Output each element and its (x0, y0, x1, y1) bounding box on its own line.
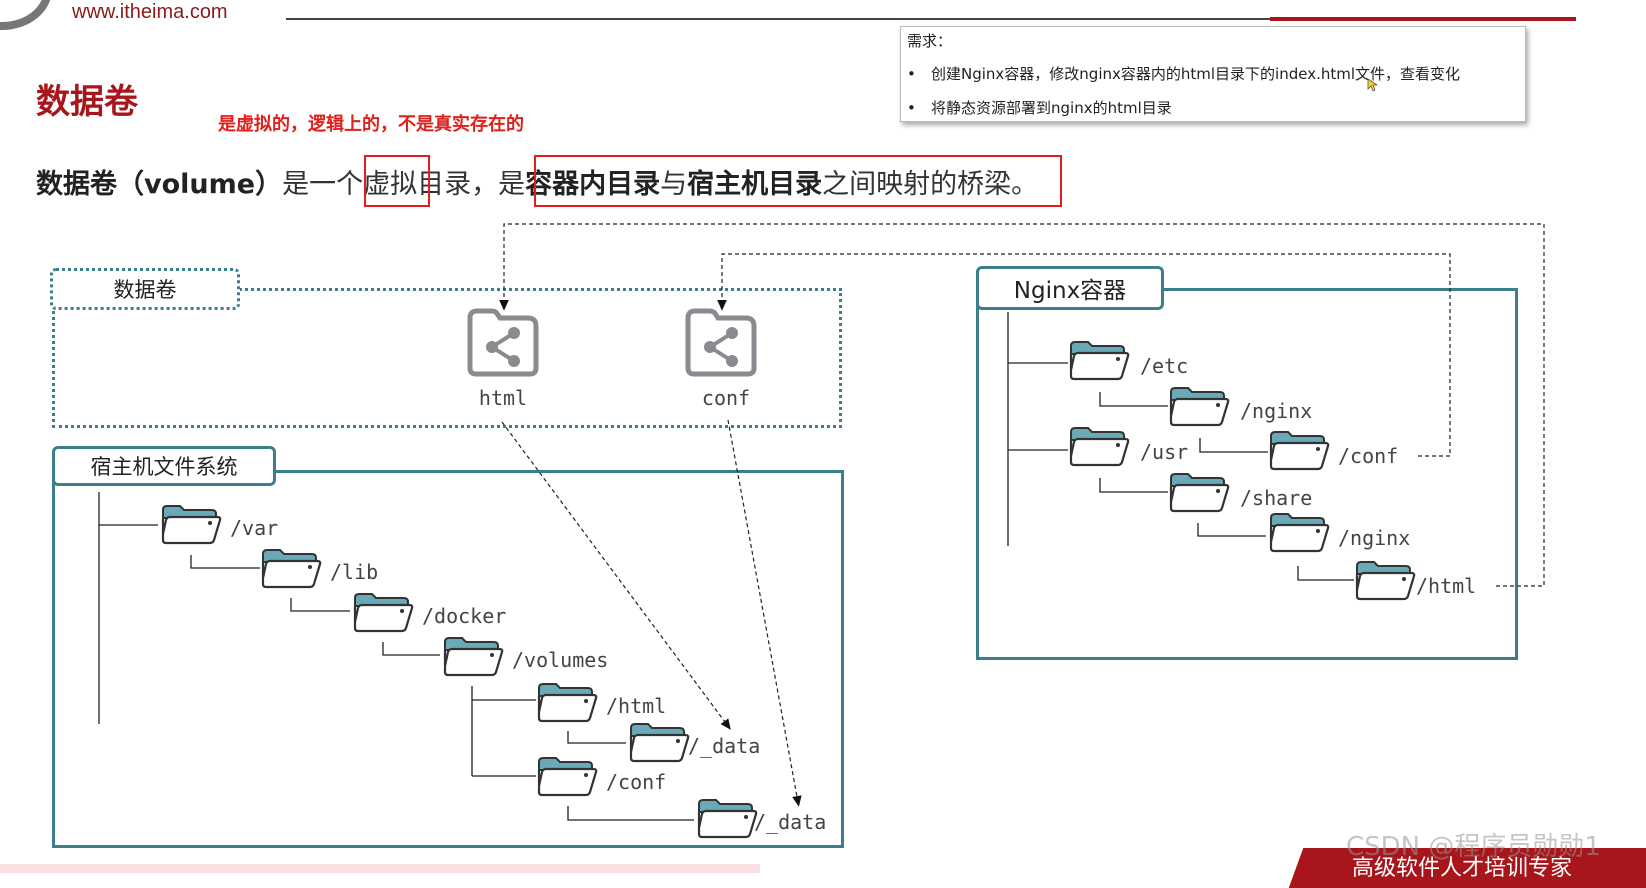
folder-icon (1069, 427, 1130, 467)
folder-icon (1269, 431, 1330, 471)
host-path: /lib (330, 560, 379, 584)
volume-name: html (478, 386, 528, 410)
folder-icon (1169, 387, 1230, 427)
volume-share-icon (467, 308, 539, 377)
folder-icon (161, 505, 222, 545)
folder-icon (1069, 341, 1130, 381)
host-path: /var (230, 516, 279, 540)
host-path: /volumes (512, 648, 609, 672)
container-path: /usr (1140, 440, 1189, 464)
footer-stripe (0, 864, 760, 873)
connector-lines (98, 223, 1545, 821)
container-path: /nginx (1240, 399, 1313, 423)
volume-name: conf (701, 386, 751, 410)
folder-icon (537, 683, 598, 723)
folder-icon (353, 593, 414, 633)
container-path: /share (1240, 486, 1313, 510)
folder-icon (1269, 513, 1330, 553)
container-path: /etc (1140, 354, 1189, 378)
folder-icon (1355, 561, 1416, 601)
folder-icon (697, 799, 758, 839)
host-path: /_data (754, 810, 827, 834)
folder-icon (1169, 473, 1230, 513)
container-path: /conf (1338, 444, 1399, 468)
watermark: CSDN @程序员勋勋1 (1346, 832, 1601, 862)
container-path: /nginx (1338, 526, 1411, 550)
host-path: /conf (606, 770, 667, 794)
folder-icon (443, 637, 504, 677)
container-path: /html (1416, 574, 1477, 598)
folder-icon (261, 549, 322, 589)
folder-icon (629, 723, 690, 763)
volume-share-icon (685, 308, 757, 377)
host-path: /docker (422, 604, 507, 628)
host-path: /_data (688, 734, 761, 758)
folder-icon (537, 757, 598, 797)
host-path: /html (606, 694, 667, 718)
